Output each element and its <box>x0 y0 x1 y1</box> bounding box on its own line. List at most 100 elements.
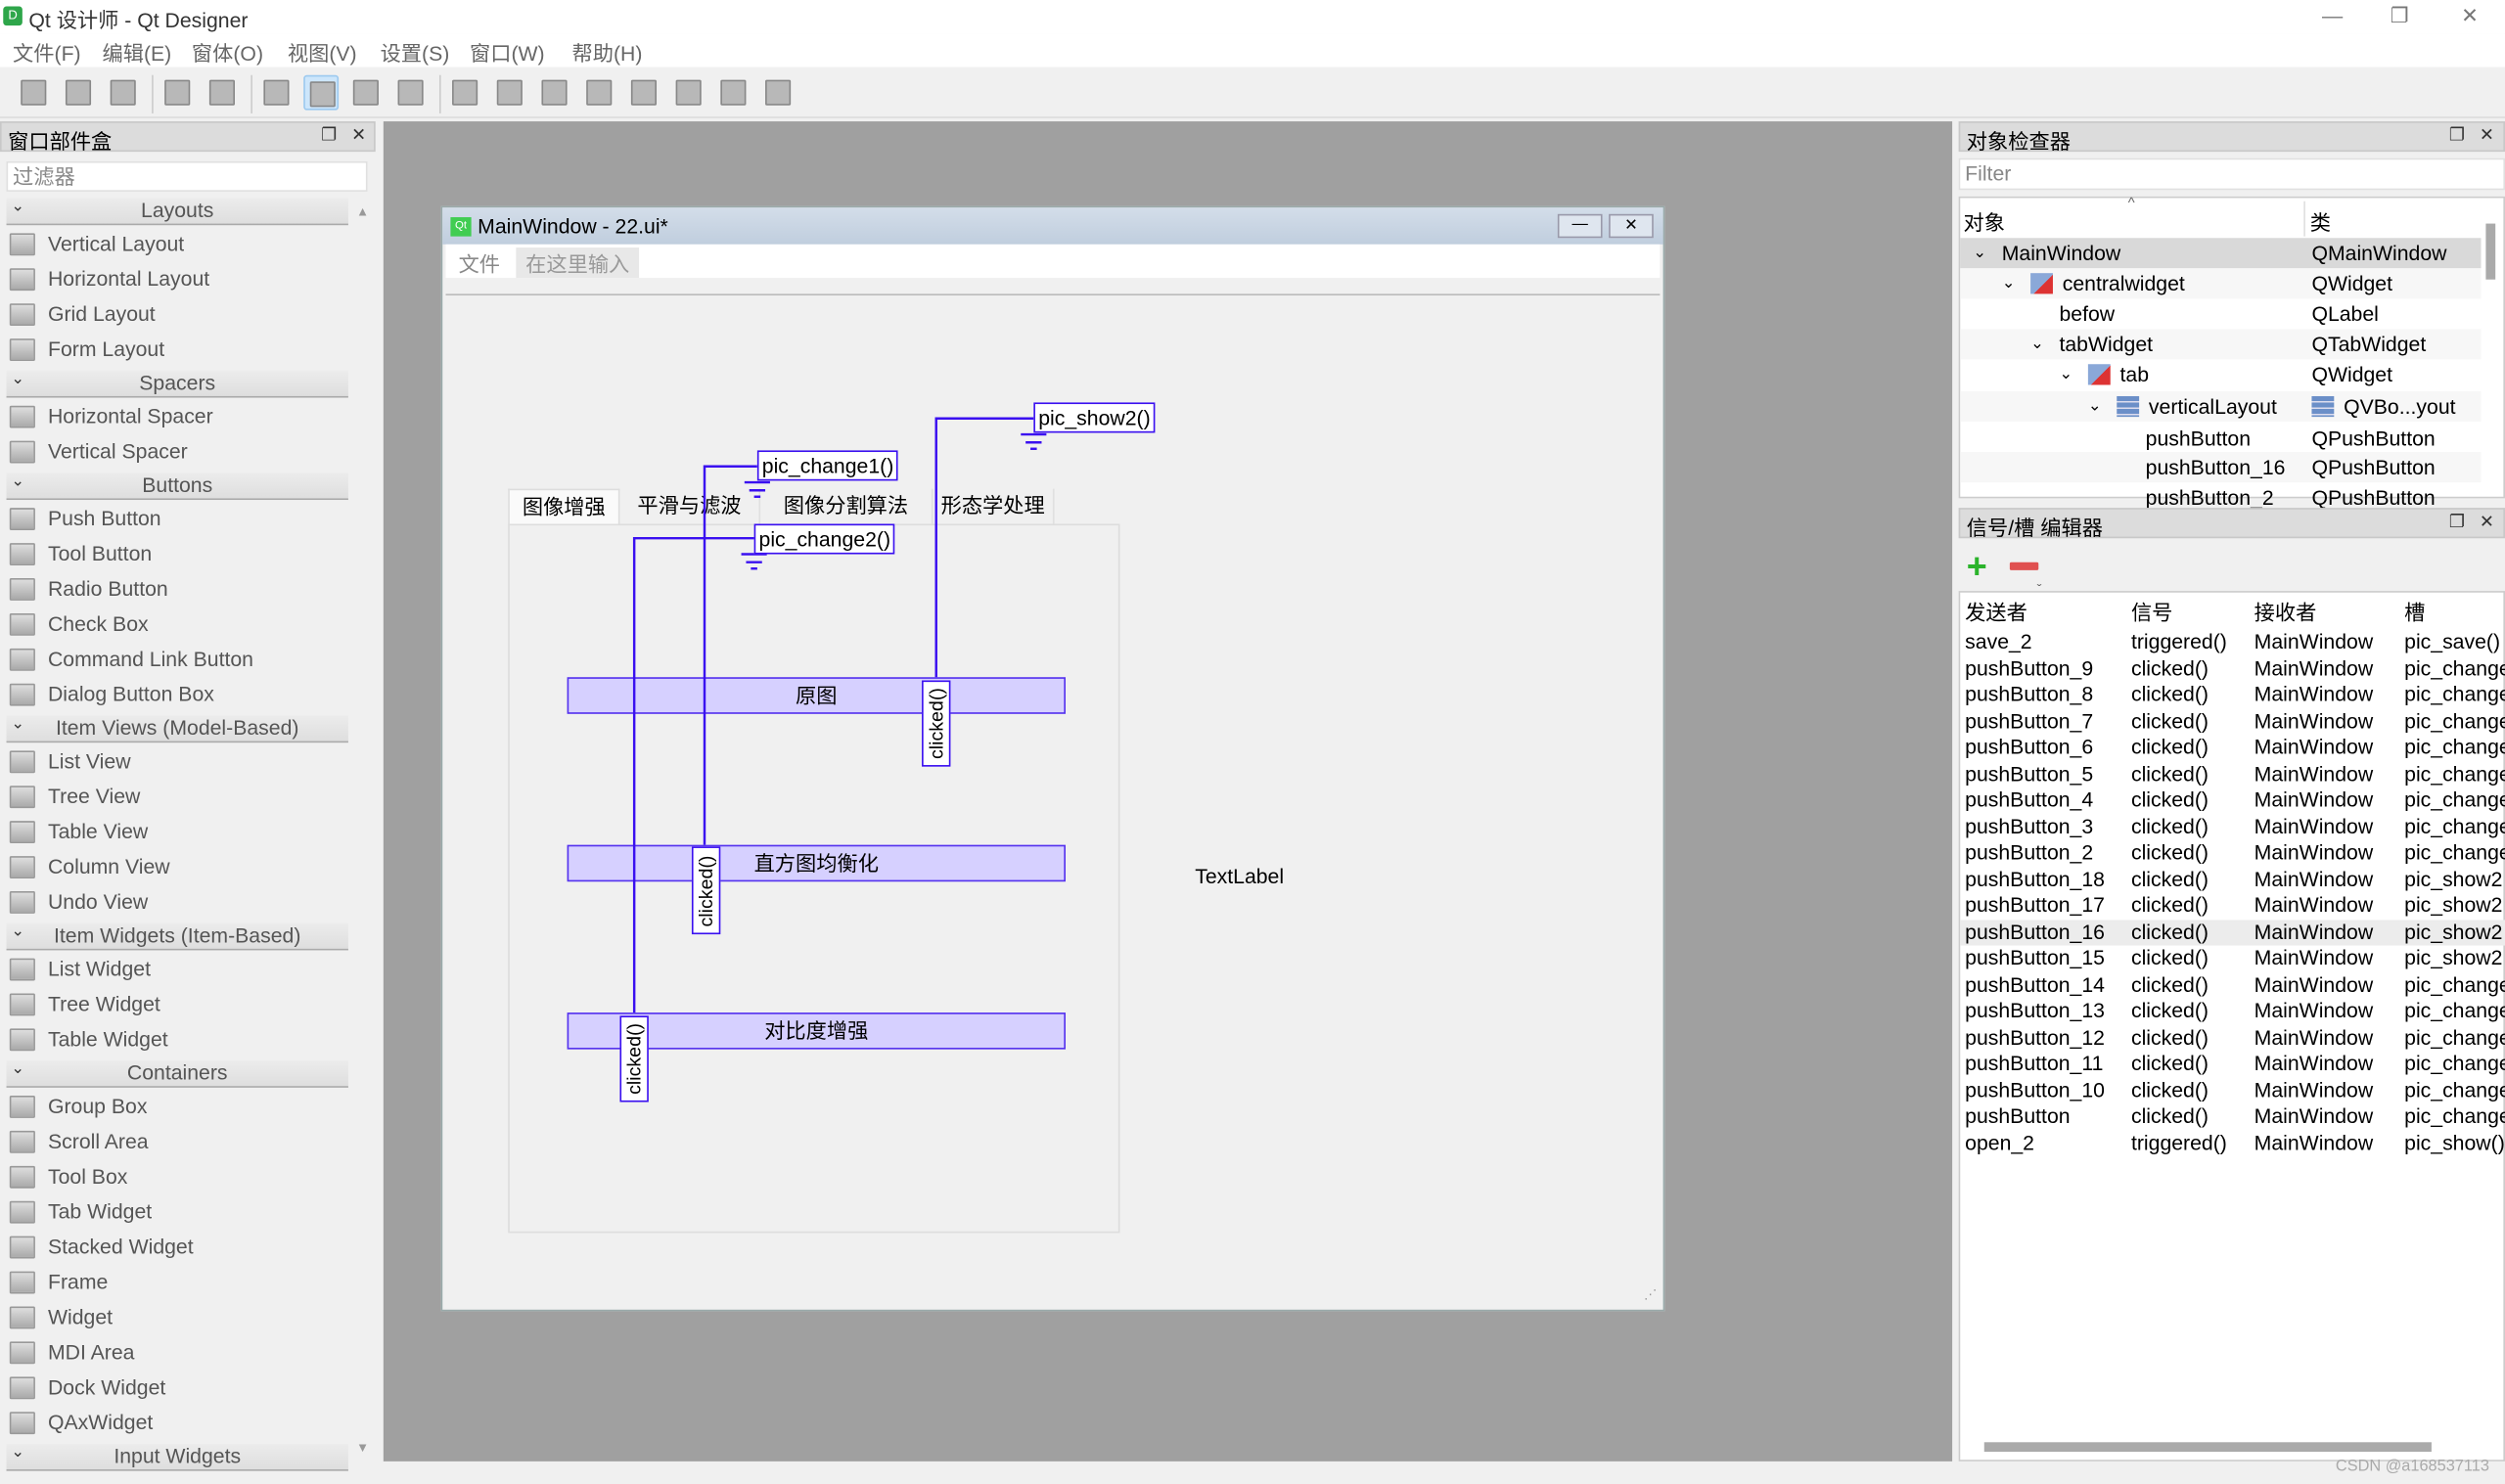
object-tree-scrollbar[interactable] <box>2485 223 2496 280</box>
column-header[interactable]: 发送者 <box>1965 596 2027 626</box>
chevron-down-icon[interactable]: ⌄ <box>2002 268 2016 298</box>
signal-cell[interactable]: clicked() <box>2131 920 2209 946</box>
receiver-cell[interactable]: MainWindow <box>2254 998 2374 1024</box>
sender-cell[interactable]: pushButton <box>1965 1103 2070 1130</box>
receiver-cell[interactable]: MainWindow <box>2254 946 2374 972</box>
slot-cell[interactable]: pic_change <box>2404 1051 2505 1077</box>
connection-row[interactable]: open_2 triggered() MainWindow pic_show() <box>1960 1130 2505 1156</box>
column-header-object[interactable]: 对象 <box>1964 206 2005 237</box>
signal-cell[interactable]: triggered() <box>2131 629 2227 655</box>
connection-row[interactable]: pushButton_5 clicked() MainWindow pic_chang… <box>1960 761 2505 787</box>
signal-cell[interactable]: clicked() <box>2131 682 2209 708</box>
sender-cell[interactable]: pushButton_3 <box>1965 814 2093 840</box>
slot-cell[interactable]: pic_show() <box>2404 1130 2505 1156</box>
connection-row[interactable]: pushButton_2 clicked() MainWindow pic_chang… <box>1960 840 2505 867</box>
signal-cell[interactable]: clicked() <box>2131 761 2209 787</box>
receiver-cell[interactable]: MainWindow <box>2254 708 2374 735</box>
connection-row[interactable]: save_2 triggered() MainWindow pic_save() <box>1960 629 2505 655</box>
receiver-cell[interactable]: MainWindow <box>2254 920 2374 946</box>
column-header[interactable]: 槽 <box>2404 596 2425 626</box>
receiver-cell[interactable]: MainWindow <box>2254 655 2374 682</box>
tree-row[interactable]: ⌄ centralwidget QWidget <box>1960 268 2482 299</box>
sender-cell[interactable]: pushButton_9 <box>1965 655 2093 682</box>
slot-cell[interactable]: pic_change <box>2404 682 2505 708</box>
receiver-cell[interactable]: MainWindow <box>2254 1077 2374 1103</box>
receiver-cell[interactable]: MainWindow <box>2254 1103 2374 1130</box>
connection-row[interactable]: pushButton_16 clicked() MainWindow pic_show… <box>1960 919 2505 946</box>
sender-cell[interactable]: pushButton_13 <box>1965 998 2105 1024</box>
slot-cell[interactable]: pic_change <box>2404 971 2505 998</box>
slot-cell[interactable]: pic_show2 <box>2404 946 2502 972</box>
slot-cell[interactable]: pic_change <box>2404 761 2505 787</box>
connection-row[interactable]: pushButton_12 clicked() MainWindow pic_chan… <box>1960 1024 2505 1051</box>
chevron-down-icon[interactable]: ⌄ <box>1973 238 1986 268</box>
slot-cell[interactable]: pic_change <box>2404 735 2505 761</box>
signal-cell[interactable]: clicked() <box>2131 1077 2209 1103</box>
slot-cell[interactable]: pic_show2 <box>2404 867 2502 893</box>
connection-row[interactable]: pushButton_15 clicked() MainWindow pic_show… <box>1960 946 2505 972</box>
sender-cell[interactable]: pushButton_16 <box>1965 920 2105 946</box>
sender-cell[interactable]: pushButton_4 <box>1965 787 2093 814</box>
slot-cell[interactable]: pic_change <box>2404 655 2505 682</box>
object-filter-input[interactable]: Filter <box>1958 157 2505 191</box>
sender-cell[interactable]: pushButton_6 <box>1965 735 2093 761</box>
receiver-cell[interactable]: MainWindow <box>2254 814 2374 840</box>
signal-cell[interactable]: clicked() <box>2131 946 2209 972</box>
slot-cell[interactable]: pic_change <box>2404 708 2505 735</box>
tree-row[interactable]: ⌄ tab QWidget <box>1960 359 2481 389</box>
sender-cell[interactable]: pushButton_11 <box>1965 1051 2103 1077</box>
receiver-cell[interactable]: MainWindow <box>2254 761 2374 787</box>
signal-cell[interactable]: triggered() <box>2131 1130 2227 1156</box>
remove-connection-icon[interactable] <box>2009 562 2039 570</box>
signal-cell[interactable]: clicked() <box>2131 1103 2209 1130</box>
connection-row[interactable]: pushButton_4 clicked() MainWindow pic_chang… <box>1960 787 2505 814</box>
slot-cell[interactable]: pic_change <box>2404 840 2505 867</box>
close-icon[interactable]: ✕ <box>2480 511 2494 532</box>
signal-cell[interactable]: clicked() <box>2131 1024 2209 1051</box>
chevron-down-icon[interactable]: ⌄ <box>2088 391 2102 422</box>
receiver-cell[interactable]: MainWindow <box>2254 682 2374 708</box>
receiver-cell[interactable]: MainWindow <box>2254 629 2374 655</box>
receiver-cell[interactable]: MainWindow <box>2254 867 2374 893</box>
chevron-down-icon[interactable]: ⌄ <box>11 1060 24 1078</box>
slot-label[interactable]: pic_change1() <box>756 450 899 481</box>
slot-cell[interactable]: pic_change <box>2404 998 2505 1024</box>
signal-cell[interactable]: clicked() <box>2131 787 2209 814</box>
signal-cell[interactable]: clicked() <box>2131 708 2209 735</box>
signal-cell[interactable]: clicked() <box>2131 1051 2209 1077</box>
connection-row[interactable]: pushButton_6 clicked() MainWindow pic_chang… <box>1960 735 2505 761</box>
slot-cell[interactable]: pic_change <box>2404 787 2505 814</box>
receiver-cell[interactable]: MainWindow <box>2254 893 2374 920</box>
tree-row[interactable]: befow QLabel <box>1960 298 2481 329</box>
tree-row[interactable]: ⌄ MainWindow QMainWindow <box>1960 238 2482 269</box>
close-icon[interactable]: ✕ <box>2480 124 2494 146</box>
connection-row[interactable]: pushButton_10 clicked() MainWindow pic_chan… <box>1960 1077 2505 1103</box>
sender-cell[interactable]: pushButton_5 <box>1965 761 2093 787</box>
sender-cell[interactable]: pushButton_14 <box>1965 971 2105 998</box>
signal-label[interactable]: clicked() <box>922 680 951 767</box>
tree-row[interactable]: ⌄ tabWidget QTabWidget <box>1960 329 2482 360</box>
column-header-class[interactable]: 类 <box>2310 206 2331 237</box>
receiver-cell[interactable]: MainWindow <box>2254 971 2374 998</box>
connection-row[interactable]: pushButton_18 clicked() MainWindow pic_show… <box>1960 867 2505 893</box>
signal-cell[interactable]: clicked() <box>2131 867 2209 893</box>
sender-cell[interactable]: save_2 <box>1965 629 2031 655</box>
float-icon[interactable]: ❐ <box>2449 511 2465 532</box>
add-connection-icon[interactable]: + <box>1967 549 1987 584</box>
receiver-cell[interactable]: MainWindow <box>2254 1051 2374 1077</box>
sender-cell[interactable]: pushButton_17 <box>1965 893 2105 920</box>
sender-cell[interactable]: pushButton_12 <box>1965 1024 2105 1051</box>
chevron-down-icon[interactable]: ⌄ <box>11 198 24 215</box>
column-header[interactable]: 信号 <box>2131 596 2172 626</box>
float-icon[interactable]: ❐ <box>2449 124 2465 146</box>
signal-label[interactable]: clicked() <box>691 846 721 935</box>
signal-cell[interactable]: clicked() <box>2131 655 2209 682</box>
connection-row[interactable]: pushButton_14 clicked() MainWindow pic_chan… <box>1960 971 2505 998</box>
connection-row[interactable]: pushButton_7 clicked() MainWindow pic_chang… <box>1960 708 2505 735</box>
receiver-cell[interactable]: MainWindow <box>2254 1130 2374 1156</box>
chevron-down-icon[interactable]: ⌄ <box>2059 359 2072 389</box>
signal-cell[interactable]: clicked() <box>2131 814 2209 840</box>
slot-cell[interactable]: pic_show2 <box>2404 920 2502 946</box>
connection-row[interactable]: pushButton_11 clicked() MainWindow pic_chan… <box>1960 1051 2505 1077</box>
slot-cell[interactable]: pic_change <box>2404 1024 2505 1051</box>
